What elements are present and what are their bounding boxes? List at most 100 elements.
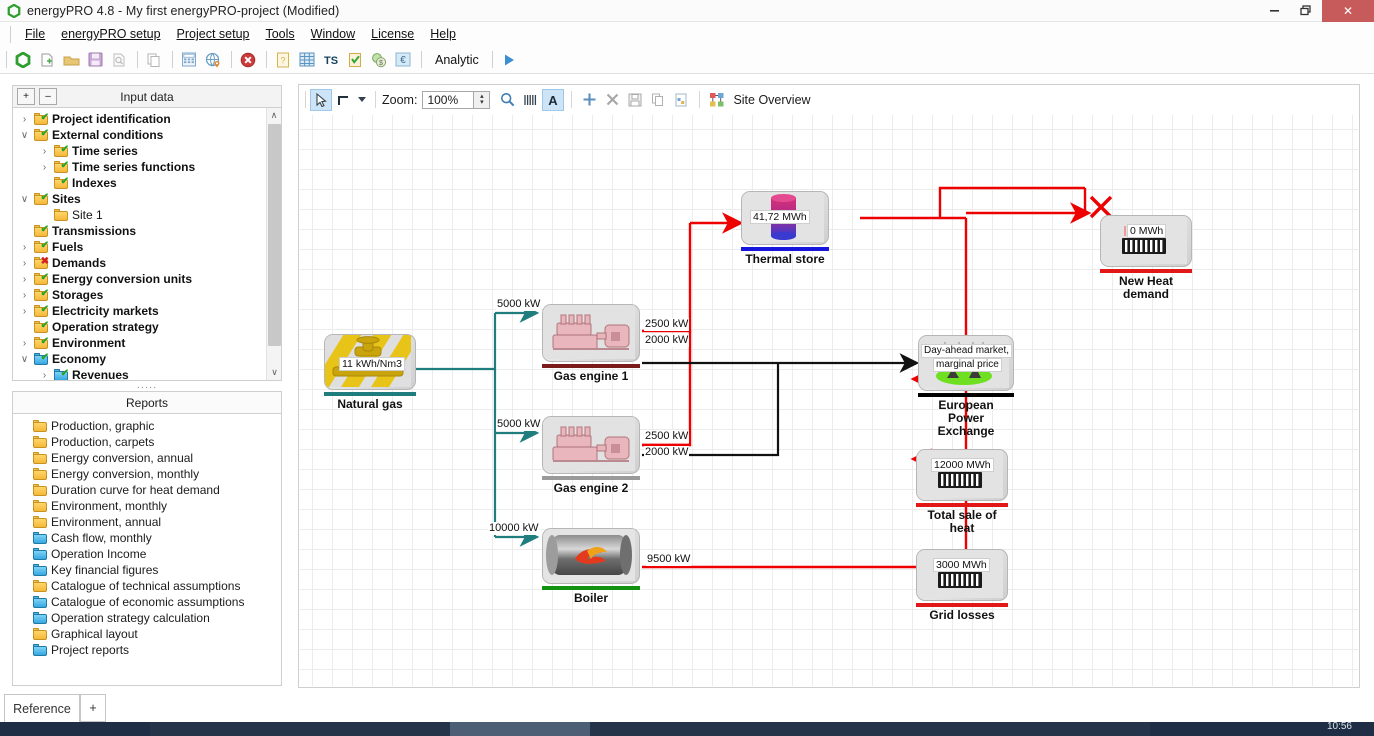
report-item-key-financial-figures[interactable]: Key financial figures xyxy=(13,562,281,578)
tree-expander-icon[interactable]: › xyxy=(19,274,30,285)
copy-icon[interactable] xyxy=(647,89,669,111)
tree-expander-icon[interactable]: ∨ xyxy=(19,354,30,365)
tree-item-environment[interactable]: › ✔ Environment xyxy=(13,335,281,351)
tree-item-energy-conversion-units[interactable]: › ✔ Energy conversion units xyxy=(13,271,281,287)
panel-splitter[interactable]: ..... xyxy=(12,380,282,391)
magnifier-icon[interactable] xyxy=(496,89,518,111)
tree-item-economy[interactable]: ∨ ✔ Economy xyxy=(13,351,281,367)
export-image-icon[interactable] xyxy=(670,89,692,111)
chevron-down-icon[interactable] xyxy=(356,89,368,111)
tree-item-demands[interactable]: › ✖ Demands xyxy=(13,255,281,271)
tree-item-operation-strategy[interactable]: ✔ Operation strategy xyxy=(13,319,281,335)
site-overview-icon[interactable] xyxy=(706,89,728,111)
report-item-energy-conversion-monthly[interactable]: Energy conversion, monthly xyxy=(13,466,281,482)
node-grid-losses[interactable]: 3000 MWh Grid losses xyxy=(916,549,1008,622)
node-european-power-exchange[interactable]: Day-ahead market, marginal price Europea… xyxy=(918,335,1014,438)
menu-file[interactable]: File xyxy=(17,25,53,43)
pointer-arrow-icon[interactable] xyxy=(310,88,332,111)
report-item-cash-flow-monthly[interactable]: Cash flow, monthly xyxy=(13,530,281,546)
diagram-canvas[interactable]: 11 kWh/Nm3 Natural gas Gas engine 1 Gas … xyxy=(300,115,1358,686)
tree-item-storages[interactable]: › ✔ Storages xyxy=(13,287,281,303)
report-item-environment-annual[interactable]: Environment, annual xyxy=(13,514,281,530)
tree-expander-icon[interactable]: › xyxy=(19,338,30,349)
run-calculation-icon[interactable] xyxy=(498,49,520,71)
report-item-environment-monthly[interactable]: Environment, monthly xyxy=(13,498,281,514)
report-item-operation-income[interactable]: Operation Income xyxy=(13,546,281,562)
node-total-sale-of-heat[interactable]: 12000 MWh Total sale of heat xyxy=(916,449,1008,535)
copy-icon[interactable] xyxy=(143,49,165,71)
report-item-project-reports[interactable]: Project reports xyxy=(13,642,281,658)
plus-icon[interactable] xyxy=(578,89,600,111)
menu-energypro-setup[interactable]: energyPRO setup xyxy=(53,25,168,43)
menu-tools[interactable]: Tools xyxy=(257,25,302,43)
print-preview-icon[interactable] xyxy=(108,49,130,71)
tree-item-fuels[interactable]: › ✔ Fuels xyxy=(13,239,281,255)
analytic-button[interactable]: Analytic xyxy=(427,51,487,69)
grid-lines-icon[interactable] xyxy=(519,89,541,111)
tree-item-indexes[interactable]: ✔ Indexes xyxy=(13,175,281,191)
new-project-icon[interactable] xyxy=(36,49,58,71)
text-tool-icon[interactable]: A xyxy=(542,88,565,111)
tree-expander-icon[interactable]: › xyxy=(19,114,30,125)
tree-item-time-series[interactable]: › ✔ Time series xyxy=(13,143,281,159)
scroll-up-arrow[interactable]: ∧ xyxy=(267,108,281,123)
report-item-catalogue-of-economic-assumptions[interactable]: Catalogue of economic assumptions xyxy=(13,594,281,610)
report-item-catalogue-of-technical-assumptions[interactable]: Catalogue of technical assumptions xyxy=(13,578,281,594)
menu-window[interactable]: Window xyxy=(303,25,363,43)
node-natural-gas[interactable]: 11 kWh/Nm3 Natural gas xyxy=(324,334,416,411)
tree-item-time-series-functions[interactable]: › ✔ Time series functions xyxy=(13,159,281,175)
report-item-duration-curve-for-heat-demand[interactable]: Duration curve for heat demand xyxy=(13,482,281,498)
tree-expander-icon[interactable]: › xyxy=(39,162,50,173)
globe-location-icon[interactable] xyxy=(202,49,224,71)
table-icon[interactable] xyxy=(296,49,318,71)
step-line-icon[interactable] xyxy=(333,89,355,111)
reports-list[interactable]: Production, graphic Production, carpets En… xyxy=(12,413,282,686)
calculator-icon[interactable] xyxy=(178,49,200,71)
report-item-production-graphic[interactable]: Production, graphic xyxy=(13,418,281,434)
tree-expander-icon[interactable]: › xyxy=(19,258,30,269)
delete-x-icon[interactable] xyxy=(601,89,623,111)
node-gas-engine-1[interactable]: Gas engine 1 xyxy=(542,304,640,383)
zoom-input[interactable]: 100% xyxy=(422,90,475,109)
node-boiler[interactable]: Boiler xyxy=(542,528,640,605)
zoom-down-arrow[interactable]: ▾ xyxy=(480,99,484,106)
tree-expander-icon[interactable]: › xyxy=(19,242,30,253)
collapse-all-button[interactable]: – xyxy=(39,88,57,105)
euro-icon[interactable]: € xyxy=(392,49,414,71)
save-icon[interactable] xyxy=(84,49,106,71)
menu-project-setup[interactable]: Project setup xyxy=(169,25,258,43)
close-button[interactable]: ✕ xyxy=(1322,0,1374,22)
node-gas-engine-2[interactable]: Gas engine 2 xyxy=(542,416,640,495)
tree-item-transmissions[interactable]: ✔ Transmissions xyxy=(13,223,281,239)
tree-expander-icon[interactable]: › xyxy=(19,290,30,301)
menu-license[interactable]: License xyxy=(363,25,422,43)
report-item-operation-strategy-calculation[interactable]: Operation strategy calculation xyxy=(13,610,281,626)
clipboard-green-icon[interactable] xyxy=(344,49,366,71)
currency-coins-icon[interactable]: $ xyxy=(368,49,390,71)
tree-expander-icon[interactable]: ∨ xyxy=(19,130,30,141)
time-series-icon[interactable]: TS xyxy=(320,49,342,71)
report-icon[interactable]: ? xyxy=(272,49,294,71)
node-thermal-store[interactable]: 41,72 MWh Thermal store xyxy=(741,191,829,266)
zoom-stepper[interactable]: ▴ ▾ xyxy=(474,90,491,109)
report-item-graphical-layout[interactable]: Graphical layout xyxy=(13,626,281,642)
stop-icon[interactable] xyxy=(237,49,259,71)
tree-expander-icon[interactable]: › xyxy=(39,146,50,157)
restore-button[interactable] xyxy=(1290,0,1322,22)
node-new-heat-demand[interactable]: 0 MWh New Heat demand xyxy=(1100,215,1192,301)
minimize-button[interactable] xyxy=(1258,0,1290,22)
report-item-energy-conversion-annual[interactable]: Energy conversion, annual xyxy=(13,450,281,466)
tree-item-sites[interactable]: ∨ ✔ Sites xyxy=(13,191,281,207)
input-tree-scrollbar[interactable]: ∧ ∨ xyxy=(266,108,281,380)
energypro-logo-icon[interactable] xyxy=(12,49,34,71)
save-floppy-icon[interactable] xyxy=(624,89,646,111)
tab-add-scenario[interactable]: + xyxy=(80,694,106,722)
tree-expander-icon[interactable]: ∨ xyxy=(19,194,30,205)
tree-expander-icon[interactable]: › xyxy=(19,306,30,317)
report-item-production-carpets[interactable]: Production, carpets xyxy=(13,434,281,450)
tree-item-external-conditions[interactable]: ∨ ✔ External conditions xyxy=(13,127,281,143)
scrollbar-thumb[interactable] xyxy=(268,124,281,346)
tree-item-electricity-markets[interactable]: › ✔ Electricity markets xyxy=(13,303,281,319)
input-data-tree[interactable]: › ✔ Project identification ∨ ✔ External condi… xyxy=(12,107,282,381)
tree-item-project-identification[interactable]: › ✔ Project identification xyxy=(13,111,281,127)
